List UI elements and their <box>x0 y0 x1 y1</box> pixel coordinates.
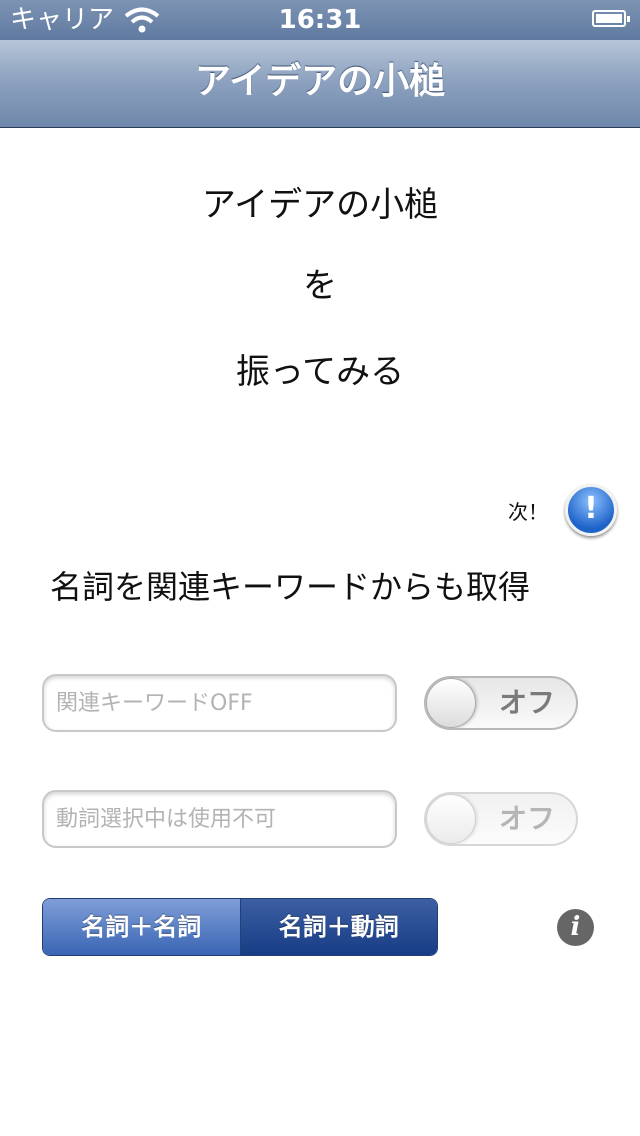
battery-icon <box>592 10 630 27</box>
status-bar: キャリア 16:31 <box>0 0 640 40</box>
switch-knob <box>426 678 476 728</box>
next-button[interactable]: ! <box>565 484 617 536</box>
instruction-line-2: を <box>303 266 337 306</box>
instruction-line-3: 振ってみる <box>235 352 405 392</box>
related-keyword-input[interactable] <box>44 676 395 730</box>
instruction-line-1: アイデアの小槌 <box>201 185 439 225</box>
status-time: 16:31 <box>278 5 362 35</box>
related-keywords-heading: 名詞を関連キーワードからも取得 <box>50 568 531 606</box>
next-label: 次！ <box>508 500 548 524</box>
verb-keyword-field[interactable] <box>42 790 397 848</box>
switch-state-label: オフ <box>498 802 555 835</box>
related-keyword-field[interactable] <box>42 674 397 732</box>
verb-keyword-input[interactable] <box>44 792 395 846</box>
switch-knob <box>426 794 476 844</box>
related-keyword-switch[interactable]: オフ <box>424 676 578 730</box>
segment-noun-verb[interactable]: 名詞＋動詞 <box>240 899 437 955</box>
verb-keyword-switch: オフ <box>424 792 578 846</box>
segment-noun-noun[interactable]: 名詞＋名詞 <box>43 899 241 955</box>
info-icon[interactable]: i <box>557 909 594 946</box>
word-type-segmented-control[interactable]: 名詞＋名詞 名詞＋動詞 <box>42 898 438 956</box>
nav-title: アイデアの小槌 <box>194 61 446 102</box>
navigation-bar: アイデアの小槌 <box>0 40 640 128</box>
switch-state-label: オフ <box>498 686 555 719</box>
